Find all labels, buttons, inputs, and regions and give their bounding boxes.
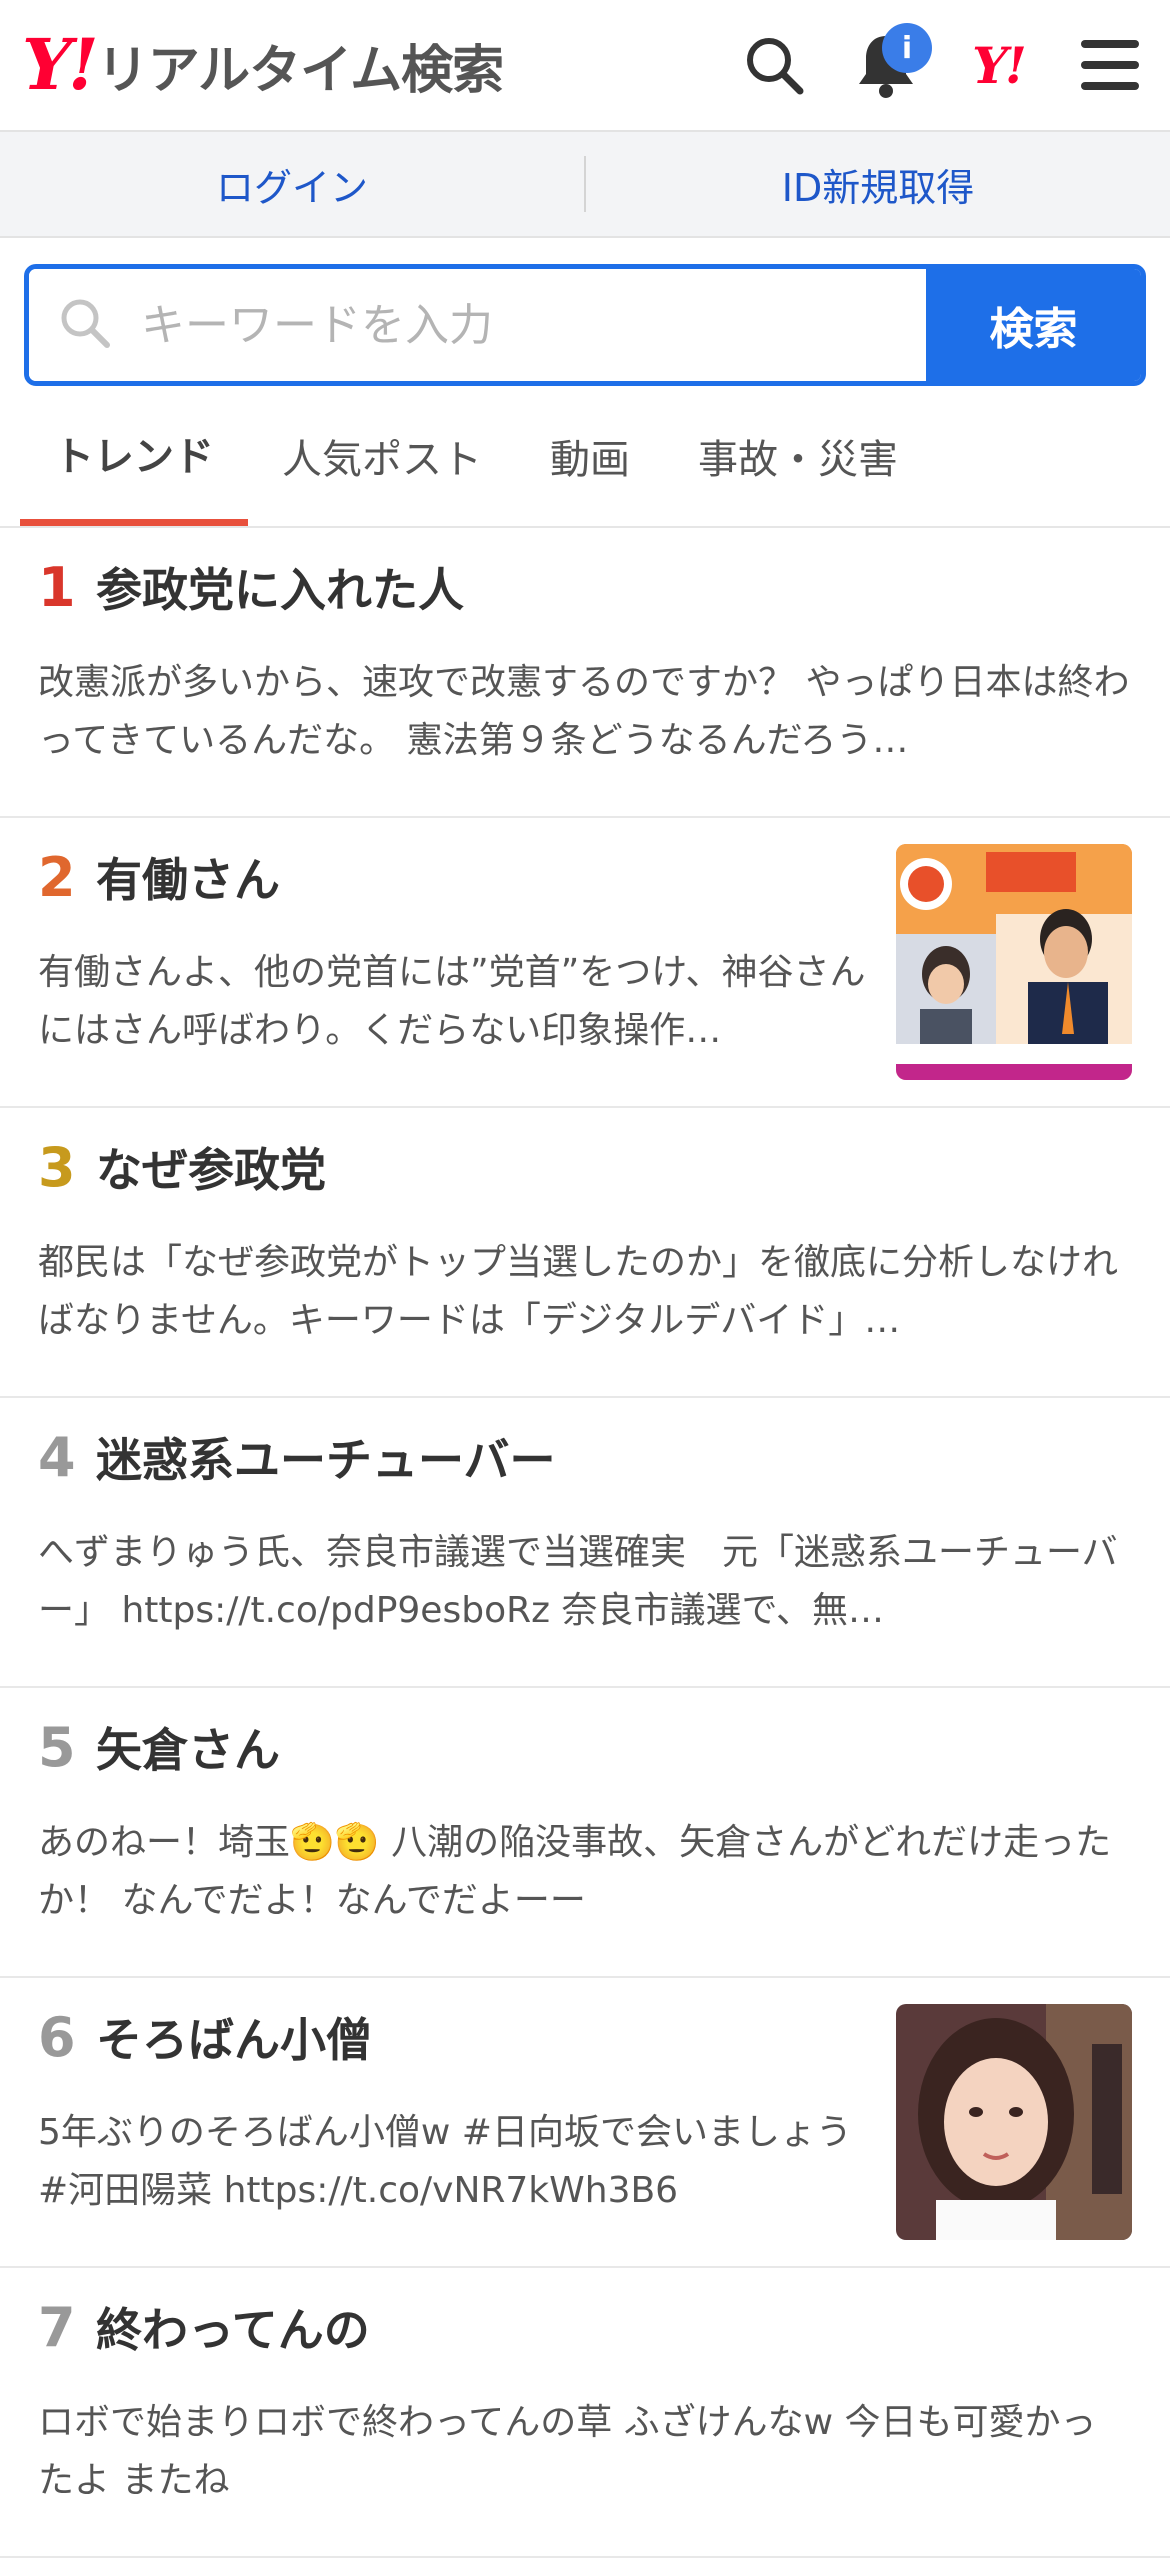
hamburger-menu-icon[interactable] xyxy=(1074,29,1146,101)
trend-keyword[interactable]: そろばん小僧 xyxy=(96,2004,372,2070)
trend-item[interactable]: 7 終わってんの ロボで始まりロボで終わってんの草 ふざけんなw 今日も可愛かっ… xyxy=(0,2268,1170,2558)
yahoo-realtime-logo[interactable]: Y! リアルタイム検索 xyxy=(22,23,504,106)
trend-item[interactable]: 5 矢倉さん あのねー！埼玉🫡🫡 八潮の陥没事故、矢倉さんがどれだけ走ったか！ … xyxy=(0,1688,1170,1978)
notification-bell-icon[interactable]: i xyxy=(850,23,932,101)
yahoo-home-icon[interactable]: Y! xyxy=(962,29,1034,101)
header-actions: i Y! xyxy=(738,23,1146,101)
notification-badge: i xyxy=(882,23,932,73)
trend-thumbnail-news-tv[interactable] xyxy=(896,844,1132,1080)
account-bar: ログイン ID新規取得 xyxy=(0,132,1170,238)
login-link[interactable]: ログイン xyxy=(0,157,584,212)
tab-popular-posts[interactable]: 人気ポスト xyxy=(248,386,516,526)
trend-snippet: あのねー！埼玉🫡🫡 八潮の陥没事故、矢倉さんがどれだけ走ったか！ なんでだよ！な… xyxy=(38,1822,1112,1921)
trend-item-body: 3 なぜ参政党 都民は「なぜ参政党がトップ当選したのか」を徹底に分析しなければな… xyxy=(38,1134,1132,1396)
trend-rank: 7 xyxy=(38,2296,76,2359)
trend-keyword[interactable]: 矢倉さん xyxy=(96,1714,280,1780)
category-tabs: トレンド 人気ポスト 動画 事故・災害 xyxy=(0,386,1170,528)
trend-snippet: 有働さんよ、他の党首には”党首”をつけ、神谷さんにはさん呼ばわり。くだらない印象… xyxy=(38,952,866,1051)
trend-item-head: 3 なぜ参政党 xyxy=(38,1134,1132,1208)
trend-item-head: 2 有働さん xyxy=(38,844,868,918)
trend-keyword[interactable]: なぜ参政党 xyxy=(96,1134,326,1200)
trend-keyword[interactable]: 終わってんの xyxy=(96,2294,370,2360)
trend-snippet: 改憲派が多いから、速攻で改憲するのですか？ やっぱり日本は終わってきているんだな… xyxy=(38,662,1130,761)
search-field-wrap xyxy=(29,269,926,381)
trend-thumbnail-portrait[interactable] xyxy=(896,2004,1132,2240)
trend-snippet: へずまりゅう氏、奈良市議選で当選確実 元「迷惑系ユーチューバー」 https:/… xyxy=(38,1532,1118,1631)
trend-snippet: 都民は「なぜ参政党がトップ当選したのか」を徹底に分析しなければなりません。キーワ… xyxy=(38,1242,1119,1341)
trend-rank: 2 xyxy=(38,846,76,909)
search-icon xyxy=(57,295,113,355)
tab-trend[interactable]: トレンド xyxy=(20,386,248,526)
app-header: Y! リアルタイム検索 i Y! xyxy=(0,0,1170,132)
tab-videos[interactable]: 動画 xyxy=(516,386,664,526)
trend-item[interactable]: 6 そろばん小僧 5年ぶりのそろばん小僧w #日向坂で会いましょう #河田陽菜 … xyxy=(0,1978,1170,2268)
tab-accidents-disasters[interactable]: 事故・災害 xyxy=(664,386,932,526)
trend-item-body: 2 有働さん 有働さんよ、他の党首には”党首”をつけ、神谷さんにはさん呼ばわり。… xyxy=(38,844,868,1106)
trend-keyword[interactable]: 参政党に入れた人 xyxy=(96,554,464,620)
trend-keyword[interactable]: 有働さん xyxy=(96,844,280,910)
search-bar: 検索 xyxy=(24,264,1146,386)
trend-item-body: 7 終わってんの ロボで始まりロボで終わってんの草 ふざけんなw 今日も可愛かっ… xyxy=(38,2294,1132,2556)
trend-snippet: ロボで始まりロボで終わってんの草 ふざけんなw 今日も可愛かったよ またね xyxy=(38,2402,1097,2501)
trend-item-head: 7 終わってんの xyxy=(38,2294,1132,2368)
trend-item-body: 5 矢倉さん あのねー！埼玉🫡🫡 八潮の陥没事故、矢倉さんがどれだけ走ったか！ … xyxy=(38,1714,1132,1976)
search-button[interactable]: 検索 xyxy=(926,269,1141,381)
trend-keyword[interactable]: 迷惑系ユーチューバー xyxy=(96,1424,556,1490)
logo-text: リアルタイム検索 xyxy=(96,40,504,101)
yahoo-logo-mark: Y! xyxy=(22,23,99,106)
trend-item-head: 4 迷惑系ユーチューバー xyxy=(38,1424,1132,1498)
trend-item[interactable]: 3 なぜ参政党 都民は「なぜ参政党がトップ当選したのか」を徹底に分析しなければな… xyxy=(0,1108,1170,1398)
trend-rank: 6 xyxy=(38,2006,76,2069)
trend-rank: 4 xyxy=(38,1426,76,1489)
trend-rank: 3 xyxy=(38,1136,76,1199)
trend-item-body: 1 参政党に入れた人 改憲派が多いから、速攻で改憲するのですか？ やっぱり日本は… xyxy=(38,554,1132,816)
trend-item-head: 6 そろばん小僧 xyxy=(38,2004,868,2078)
yahoo-mark: Y! xyxy=(972,35,1027,95)
search-input[interactable] xyxy=(139,298,843,352)
trend-item-head: 1 参政党に入れた人 xyxy=(38,554,1132,628)
signup-link[interactable]: ID新規取得 xyxy=(586,157,1170,212)
trend-item[interactable]: 2 有働さん 有働さんよ、他の党首には”党首”をつけ、神谷さんにはさん呼ばわり。… xyxy=(0,818,1170,1108)
trend-rank: 1 xyxy=(38,556,76,619)
trend-item-head: 5 矢倉さん xyxy=(38,1714,1132,1788)
trend-list: 1 参政党に入れた人 改憲派が多いから、速攻で改憲するのですか？ やっぱり日本は… xyxy=(0,528,1170,2558)
search-icon[interactable] xyxy=(738,29,810,101)
trend-item[interactable]: 4 迷惑系ユーチューバー へずまりゅう氏、奈良市議選で当選確実 元「迷惑系ユーチ… xyxy=(0,1398,1170,1688)
trend-snippet: 5年ぶりのそろばん小僧w #日向坂で会いましょう #河田陽菜 https://t… xyxy=(38,2112,852,2211)
trend-item[interactable]: 1 参政党に入れた人 改憲派が多いから、速攻で改憲するのですか？ やっぱり日本は… xyxy=(0,528,1170,818)
trend-item-body: 4 迷惑系ユーチューバー へずまりゅう氏、奈良市議選で当選確実 元「迷惑系ユーチ… xyxy=(38,1424,1132,1686)
trend-item-body: 6 そろばん小僧 5年ぶりのそろばん小僧w #日向坂で会いましょう #河田陽菜 … xyxy=(38,2004,868,2266)
trend-rank: 5 xyxy=(38,1716,76,1779)
